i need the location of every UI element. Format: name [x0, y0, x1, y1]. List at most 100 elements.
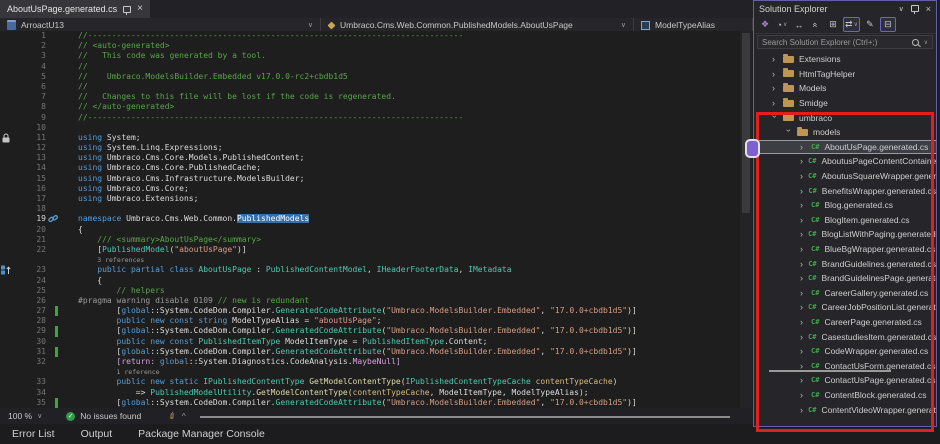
chevron-collapsed-icon[interactable]: › [800, 375, 806, 385]
sync-with-active-document-icon[interactable]: ⇄∨ [843, 17, 860, 32]
chevron-collapsed-icon[interactable]: › [800, 332, 803, 342]
line-number: 9 [0, 113, 46, 123]
switch-views-icon[interactable]: ❖ [758, 18, 772, 31]
pending-changes-icon[interactable]: ◔∨ [775, 18, 789, 31]
chevron-collapsed-icon[interactable]: › [800, 244, 806, 254]
code-cleanup-icon[interactable]: ✐ [167, 409, 179, 422]
tree-item[interactable]: ›C#CodeWrapper.generated.cs [754, 344, 936, 359]
tree-item[interactable]: ›Smidge [754, 96, 936, 111]
copy-properties-icon[interactable]: ⊞ [826, 18, 840, 31]
code-line: 9//-------------------------------------… [0, 113, 753, 123]
tree-item[interactable]: ›C#CareerJobPositionList.generated.c [754, 300, 936, 315]
chevron-collapsed-icon[interactable]: › [800, 156, 803, 166]
chevron-collapsed-icon[interactable]: › [800, 229, 803, 239]
chevron-collapsed-icon[interactable]: › [772, 69, 778, 79]
code-editor[interactable]: 1//-------------------------------------… [0, 31, 753, 408]
chevron-collapsed-icon[interactable]: › [800, 302, 803, 312]
chevron-collapsed-icon[interactable]: › [800, 390, 806, 400]
chevron-collapsed-icon[interactable]: › [800, 346, 806, 356]
tree-item-label: AboutusPageContentContainer.ge [821, 156, 936, 166]
code-text: // Changes to this file will be lost if … [78, 92, 396, 102]
search-input[interactable]: Search Solution Explorer (Ctrl+;) ∨ [757, 35, 933, 49]
chevron-down-icon[interactable]: ∨ [37, 412, 42, 420]
tree-item[interactable]: ›C#CareerGallery.generated.cs [754, 286, 936, 301]
tree-item[interactable]: ›C#BlueBgWrapper.generated.cs [754, 242, 936, 257]
chevron-collapsed-icon[interactable]: › [800, 200, 806, 210]
tree-item[interactable]: ›C#CareerPage.generated.cs [754, 315, 936, 330]
search-icon[interactable] [912, 39, 919, 46]
tree-item[interactable]: ›C#Blog.generated.cs [754, 198, 936, 213]
line-number: 4 [0, 62, 46, 72]
tab-aboutuspage[interactable]: AboutUsPage.generated.cs × [0, 0, 150, 18]
chevron-collapsed-icon[interactable]: › [800, 317, 806, 327]
tree-item[interactable]: ›umbraco [754, 110, 936, 125]
tree-item[interactable]: ›C#AboutUsPage.generated.cs [754, 140, 936, 155]
codelens-references[interactable]: 1 reference [117, 367, 160, 377]
codelens-references[interactable]: 3 references [97, 255, 144, 265]
preview-selected-items-icon[interactable]: ⊟ [880, 17, 896, 32]
chevron-collapsed-icon[interactable]: › [800, 405, 803, 415]
tree-item[interactable]: ›Models [754, 81, 936, 96]
tree-item[interactable]: ›C#BrandGuidelinesPage.generated.c [754, 271, 936, 286]
chevron-expanded-icon[interactable]: › [784, 129, 794, 135]
pin-icon[interactable] [123, 6, 131, 13]
csharp-file-icon: C# [808, 230, 816, 238]
line-number: 8 [0, 102, 46, 112]
tree-item[interactable]: ›C#ContentBlock.generated.cs [754, 388, 936, 403]
tree-item[interactable]: › C# CasestudiesItem.generated.cs [754, 329, 936, 344]
sync-namespaces-icon[interactable]: ↔ [792, 18, 806, 31]
csharp-file-icon: C# [808, 333, 816, 341]
chevron-collapsed-icon[interactable]: › [800, 259, 803, 269]
editor-status-bar: 100 % ∨ ✓ No issues found ✐ ^ [0, 408, 753, 424]
code-text: // [78, 62, 88, 72]
chevron-expanded-icon[interactable]: › [770, 115, 780, 121]
chevron-collapsed-icon[interactable]: › [772, 54, 778, 64]
chevron-collapsed-icon[interactable]: › [800, 186, 803, 196]
code-line: 19namespace Umbraco.Cms.Web.Common.Publi… [0, 214, 753, 224]
type-dropdown[interactable]: Umbraco.Cms.Web.Common.PublishedModels.A… [321, 18, 634, 32]
tree-item[interactable]: ›HtmlTagHelper [754, 67, 936, 82]
tree-item[interactable]: ›C#BrandGuidelines.generated.cs [754, 256, 936, 271]
tree-item-label: CasestudiesItem.generated.cs [821, 332, 936, 342]
chevron-collapsed-icon[interactable]: › [800, 215, 806, 225]
tree-item[interactable]: ›C#ContactUsPage.generated.cs [754, 373, 936, 388]
scrollbar-thumb[interactable] [742, 33, 750, 213]
panel-title: Solution Explorer [759, 4, 828, 14]
issues-status[interactable]: No issues found [80, 411, 141, 421]
tree-item[interactable]: ›C#AboutusPageContentContainer.ge [754, 154, 936, 169]
chevron-collapsed-icon[interactable]: › [800, 273, 803, 283]
zoom-level[interactable]: 100 % [8, 411, 32, 421]
chevron-collapsed-icon[interactable]: › [800, 142, 806, 152]
tree-item[interactable]: ›models [754, 125, 936, 140]
editor-vertical-scrollbar[interactable] [740, 31, 752, 408]
tree-horizontal-scrollbar[interactable] [769, 370, 891, 372]
member-dropdown[interactable]: ModelTypeAlias [634, 18, 753, 32]
bottom-tab-error-list[interactable]: Error List [12, 428, 55, 440]
chevron-collapsed-icon[interactable]: › [800, 171, 803, 181]
chevron-down-icon[interactable]: ∨ [924, 39, 928, 46]
tree-item[interactable]: ›C#AboutusSquareWrapper.generate [754, 169, 936, 184]
tree-item[interactable]: ›C#BenefitsWrapper.generated.cs [754, 183, 936, 198]
tree-item[interactable]: ›C#BlogListWithPaging.generated.cs [754, 227, 936, 242]
tree-item[interactable]: ›C#ContentVideoWrapper.generated. [754, 402, 936, 417]
collapse-all-icon[interactable]: « [809, 18, 823, 31]
editor-horizontal-scrollbar[interactable] [200, 416, 730, 418]
edit-icon[interactable]: ✎ [863, 18, 877, 31]
codelens-row: 1 reference [0, 367, 753, 377]
window-position-icon[interactable]: ∨ [899, 5, 904, 13]
chevron-collapsed-icon[interactable]: › [800, 288, 806, 298]
chevron-collapsed-icon[interactable]: › [772, 98, 778, 108]
code-line: 14using Umbraco.Cms.Core.PublishedCache; [0, 163, 753, 173]
project-dropdown[interactable]: ArroactU13 ∨ [0, 18, 321, 32]
tree-item[interactable]: ›Extensions [754, 52, 936, 67]
caret-up-icon[interactable]: ^ [182, 411, 186, 421]
bottom-tab-package-manager-console[interactable]: Package Manager Console [138, 428, 265, 440]
tree-item[interactable]: ›C#BlogItem.generated.cs [754, 213, 936, 228]
selection-indicator-pill [745, 139, 760, 158]
chevron-collapsed-icon[interactable]: › [772, 83, 778, 93]
close-icon[interactable]: × [137, 4, 143, 14]
pin-icon[interactable] [911, 5, 919, 12]
close-icon[interactable]: × [926, 4, 931, 14]
changed-lines-bar [55, 306, 58, 316]
bottom-tab-output[interactable]: Output [81, 428, 113, 440]
